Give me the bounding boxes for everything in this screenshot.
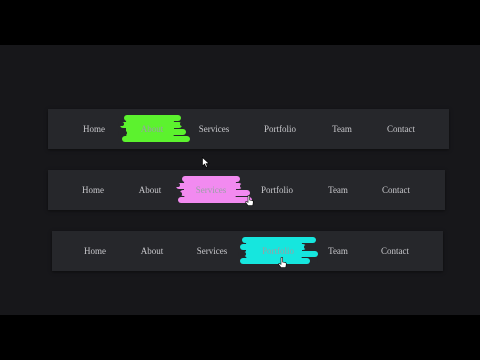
nav-item-team[interactable]: Team (328, 170, 348, 210)
nav-item-home[interactable]: Home (84, 231, 106, 271)
nav-item-team[interactable]: Team (332, 109, 352, 149)
hand-pointer-icon (278, 257, 287, 268)
nav-item-services[interactable]: Services (196, 170, 227, 210)
nav-item-contact[interactable]: Contact (382, 170, 410, 210)
nav-item-about[interactable]: About (141, 109, 164, 149)
navbar-3: Home About Services Portfolio Team Conta… (52, 231, 443, 271)
nav-item-about[interactable]: About (141, 231, 164, 271)
nav-item-portfolio[interactable]: Portfolio (261, 170, 293, 210)
hand-pointer-icon (245, 195, 254, 206)
nav-item-team[interactable]: Team (328, 231, 348, 271)
nav-item-about[interactable]: About (139, 170, 162, 210)
nav-item-contact[interactable]: Contact (381, 231, 409, 271)
demo-stage: Home About Services Portfolio Team Conta… (0, 45, 480, 315)
navbar-1: Home About Services Portfolio Team Conta… (48, 109, 449, 149)
nav-item-services[interactable]: Services (199, 109, 230, 149)
nav-item-services[interactable]: Services (197, 231, 228, 271)
arrow-cursor-icon (202, 157, 210, 168)
nav-item-contact[interactable]: Contact (387, 109, 415, 149)
nav-item-portfolio[interactable]: Portfolio (264, 109, 296, 149)
nav-item-home[interactable]: Home (83, 109, 105, 149)
nav-item-home[interactable]: Home (82, 170, 104, 210)
